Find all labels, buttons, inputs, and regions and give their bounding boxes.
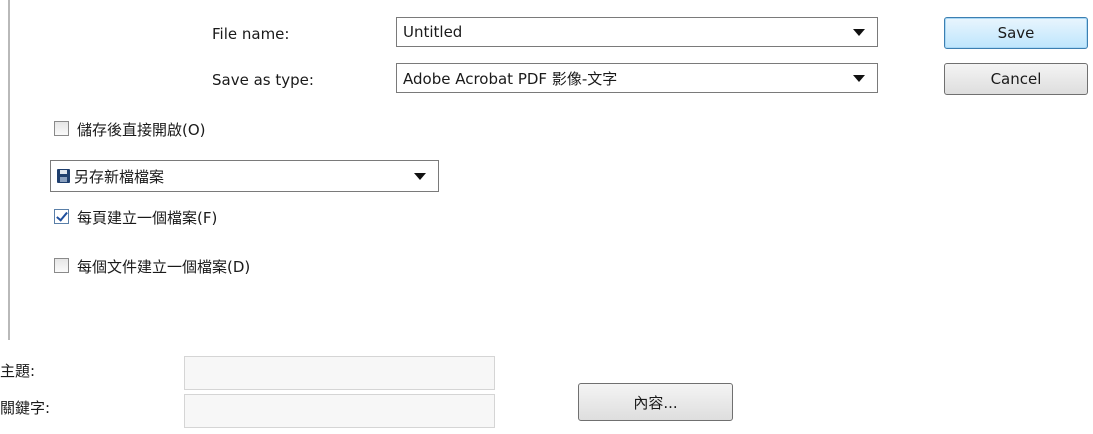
keywords-field[interactable] (184, 394, 495, 428)
cancel-button[interactable]: Cancel (944, 63, 1088, 95)
open-after-save-checkbox[interactable] (54, 121, 69, 136)
floppy-disk-icon (57, 169, 70, 183)
open-after-save-label[interactable]: 儲存後直接開啟(O) (77, 119, 206, 140)
file-name-combo[interactable]: Untitled (396, 17, 878, 47)
save-button[interactable]: Save (944, 17, 1088, 49)
one-file-per-page-checkbox[interactable] (54, 209, 69, 224)
one-file-per-page-label[interactable]: 每頁建立一個檔案(F) (77, 207, 217, 228)
chevron-down-icon[interactable] (853, 28, 865, 36)
save-mode-value[interactable]: 另存新檔檔案 (74, 166, 414, 187)
save-as-type-value[interactable]: Adobe Acrobat PDF 影像-文字 (403, 68, 853, 89)
one-file-per-doc-checkbox[interactable] (54, 258, 69, 273)
subject-field[interactable] (184, 356, 495, 390)
chevron-down-icon[interactable] (853, 74, 865, 82)
save-as-type-combo[interactable]: Adobe Acrobat PDF 影像-文字 (396, 63, 878, 93)
subject-label: 主題: (0, 362, 36, 380)
file-name-value[interactable]: Untitled (403, 23, 853, 41)
left-divider (8, 0, 10, 340)
properties-button[interactable]: 內容... (578, 383, 733, 421)
chevron-down-icon[interactable] (414, 172, 426, 180)
one-file-per-doc-label[interactable]: 每個文件建立一個檔案(D) (77, 256, 250, 277)
save-as-type-label: Save as type: (212, 71, 314, 89)
keywords-label: 關鍵字: (0, 399, 51, 417)
file-name-label: File name: (212, 25, 290, 43)
save-mode-dropdown[interactable]: 另存新檔檔案 (50, 160, 439, 192)
